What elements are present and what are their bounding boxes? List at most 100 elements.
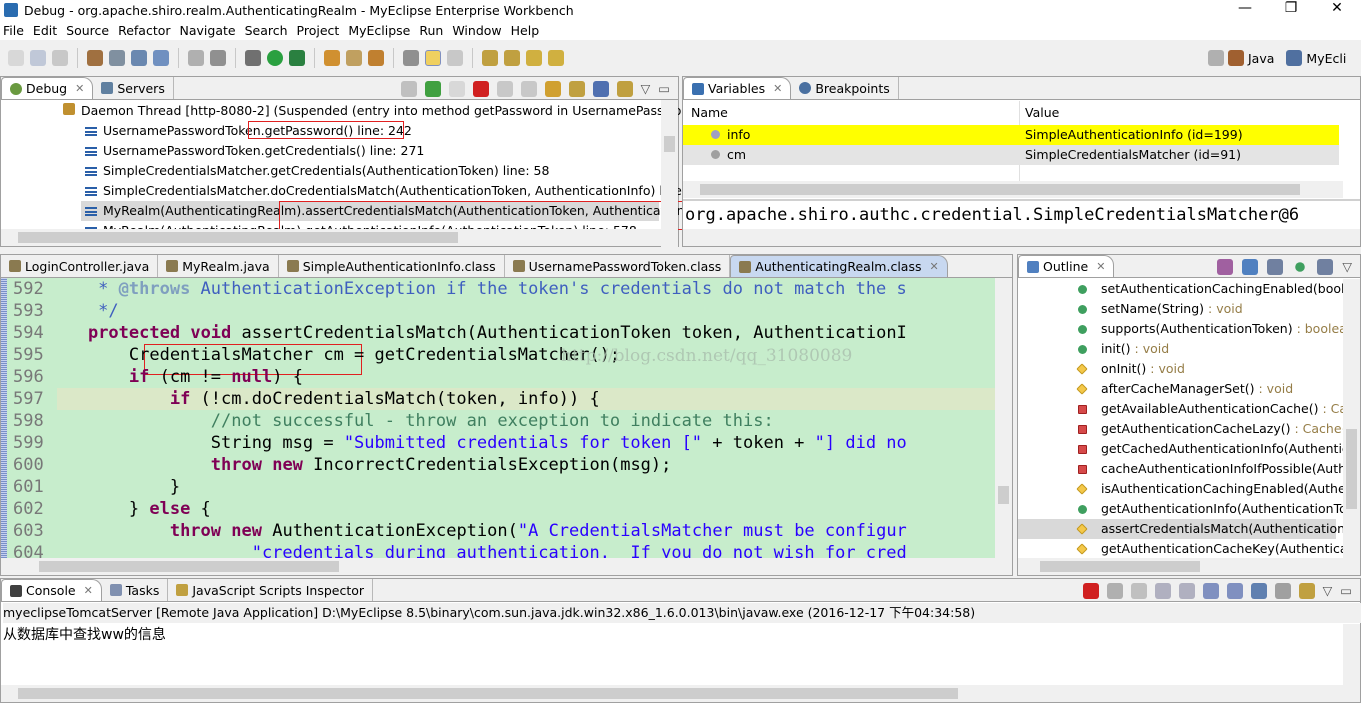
thread-item[interactable]: Daemon Thread [http-8080-2] (Suspended (…	[63, 101, 702, 121]
open-task-icon[interactable]	[346, 50, 362, 66]
editor-tab[interactable]: MyRealm.java	[158, 255, 279, 277]
close-icon[interactable]: ✕	[929, 260, 938, 273]
open-perspective-icon[interactable]	[1208, 50, 1224, 66]
drop-to-frame-icon[interactable]	[592, 81, 609, 97]
java-perspective-button[interactable]: Java	[1248, 51, 1274, 66]
close-icon[interactable]: ✕	[75, 82, 84, 95]
menu-navigate[interactable]: Navigate	[177, 23, 242, 38]
outline-item[interactable]: getAvailableAuthenticationCache() : Cach…	[1018, 399, 1360, 419]
menu-edit[interactable]: Edit	[30, 23, 63, 38]
external-tools-icon[interactable]	[289, 50, 305, 66]
open-type-icon[interactable]	[324, 50, 340, 66]
pin-console-icon[interactable]	[1250, 583, 1267, 599]
code-area[interactable]: 592 * @throws AuthenticationException if…	[1, 278, 1012, 558]
maximize-button[interactable]: ❐	[1268, 0, 1314, 16]
remove-terminated-icon[interactable]	[400, 81, 417, 97]
terminate-icon[interactable]	[472, 81, 489, 97]
outline-hscroll[interactable]	[1018, 558, 1360, 575]
editor-vscroll[interactable]	[995, 278, 1012, 558]
variable-row-info[interactable]: info SimpleAuthenticationInfo (id=199)	[683, 125, 1339, 145]
resume-icon[interactable]	[424, 81, 441, 97]
view-menu-icon[interactable]: ▽	[641, 81, 651, 97]
open-folder-icon[interactable]	[368, 50, 384, 66]
menu-run[interactable]: Run	[416, 23, 449, 38]
variable-row-cm[interactable]: cm SimpleCredentialsMatcher (id=91)	[683, 145, 1339, 165]
stack-frame[interactable]: SimpleCredentialsMatcher.getCredentials(…	[81, 161, 659, 181]
outline-item[interactable]: assertCredentialsMatch(AuthenticationTo	[1018, 519, 1358, 539]
outline-item[interactable]: isAuthenticationCachingEnabled(Authentic	[1018, 479, 1360, 499]
prev-annotation-icon[interactable]	[504, 50, 520, 66]
editor-tab[interactable]: AuthenticatingRealm.class ✕	[730, 255, 948, 277]
view-menu-icon[interactable]: ▽	[1342, 259, 1352, 275]
tab-variables[interactable]: Variables ✕	[683, 77, 792, 99]
step-into-icon[interactable]	[520, 81, 537, 97]
column-header-name[interactable]: Name	[691, 103, 728, 123]
display-console-icon[interactable]	[1274, 583, 1291, 599]
clear-console-icon[interactable]	[1154, 583, 1171, 599]
minimize-button[interactable]: —	[1222, 0, 1268, 16]
hide-local-types-icon[interactable]	[1317, 259, 1334, 275]
outline-item[interactable]: init() : void	[1018, 339, 1336, 359]
column-header-value[interactable]: Value	[1025, 103, 1059, 123]
outline-item[interactable]: onInit() : void	[1018, 359, 1336, 379]
tab-console[interactable]: Console ✕	[1, 579, 102, 601]
save-icon[interactable]	[30, 50, 46, 66]
remove-launch-icon[interactable]	[1106, 583, 1123, 599]
menu-search[interactable]: Search	[242, 23, 294, 38]
sort-icon[interactable]	[1217, 259, 1234, 275]
outline-item[interactable]: supports(AuthenticationToken) : boolean	[1018, 319, 1355, 339]
close-icon[interactable]: ✕	[1096, 260, 1105, 273]
view-menu-icon[interactable]: ▽	[1323, 583, 1333, 599]
hide-fields-icon[interactable]	[1242, 259, 1259, 275]
disconnect-icon[interactable]	[496, 81, 513, 97]
show-on-output-icon[interactable]	[1202, 583, 1219, 599]
close-button[interactable]: ✕	[1314, 0, 1360, 16]
print-icon[interactable]	[52, 50, 68, 66]
editor-tab[interactable]: SimpleAuthenticationInfo.class	[278, 255, 505, 277]
myeclipse-perspective-button[interactable]: MyEcli	[1306, 51, 1346, 66]
highlight-icon[interactable]	[425, 50, 441, 66]
deploy-icon[interactable]	[131, 50, 147, 66]
outline-item[interactable]: setName(String) : void	[1018, 299, 1336, 319]
tab-outline[interactable]: Outline ✕	[1018, 255, 1115, 277]
outline-item[interactable]: cacheAuthenticationInfoIfPossible(Authen	[1018, 459, 1360, 479]
menu-myeclipse[interactable]: MyEclipse	[345, 23, 416, 38]
outline-vscroll[interactable]	[1343, 279, 1360, 559]
close-icon[interactable]: ✕	[84, 584, 93, 597]
stack-frame[interactable]: UsernamePasswordToken.getCredentials() l…	[81, 141, 659, 161]
console-hscroll[interactable]	[1, 685, 1360, 702]
minimize-view-icon[interactable]: ▭	[1340, 583, 1352, 599]
detail-hscroll[interactable]	[683, 229, 1360, 246]
tab-tasks[interactable]: Tasks	[101, 579, 169, 601]
hide-nonpublic-icon[interactable]	[1295, 262, 1306, 272]
outline-item[interactable]: setAuthenticationCachingEnabled(boolea	[1018, 279, 1360, 299]
outline-item[interactable]: getAuthenticationCacheKey(Authenticatio	[1018, 539, 1360, 558]
new-icon[interactable]	[8, 50, 24, 66]
menu-help[interactable]: Help	[508, 23, 546, 38]
toggle-mark-icon[interactable]	[403, 50, 419, 66]
image-icon[interactable]	[210, 50, 226, 66]
tab-js-inspector[interactable]: JavaScript Scripts Inspector	[168, 579, 374, 601]
variable-detail-pane[interactable]: org.apache.shiro.authc.credential.Simple…	[685, 201, 1299, 229]
toolbox-icon[interactable]	[87, 50, 103, 66]
step-over-icon[interactable]	[544, 81, 561, 97]
menu-refactor[interactable]: Refactor	[115, 23, 176, 38]
tab-breakpoints[interactable]: Breakpoints	[791, 77, 899, 99]
tab-servers[interactable]: Servers	[93, 77, 174, 99]
debug-hscroll[interactable]	[1, 229, 678, 246]
menu-file[interactable]: File	[0, 23, 30, 38]
next-annotation-icon[interactable]	[482, 50, 498, 66]
outline-item[interactable]: afterCacheManagerSet() : void	[1018, 379, 1336, 399]
open-console-icon[interactable]	[1298, 583, 1315, 599]
variables-hscroll[interactable]	[683, 181, 1343, 198]
menu-window[interactable]: Window	[449, 23, 507, 38]
show-on-error-icon[interactable]	[1226, 583, 1243, 599]
console-output[interactable]: 从数据库中查找ww的信息	[3, 625, 166, 645]
console-vscroll[interactable]	[1343, 624, 1360, 687]
editor-hscroll[interactable]	[1, 558, 1012, 575]
remove-all-icon[interactable]	[1130, 583, 1147, 599]
suspend-icon[interactable]	[448, 81, 465, 97]
minimize-view-icon[interactable]: ▭	[658, 81, 670, 97]
outline-item[interactable]: getAuthenticationInfo(AuthenticationToke	[1018, 499, 1360, 519]
show-whitespace-icon[interactable]	[447, 50, 463, 66]
